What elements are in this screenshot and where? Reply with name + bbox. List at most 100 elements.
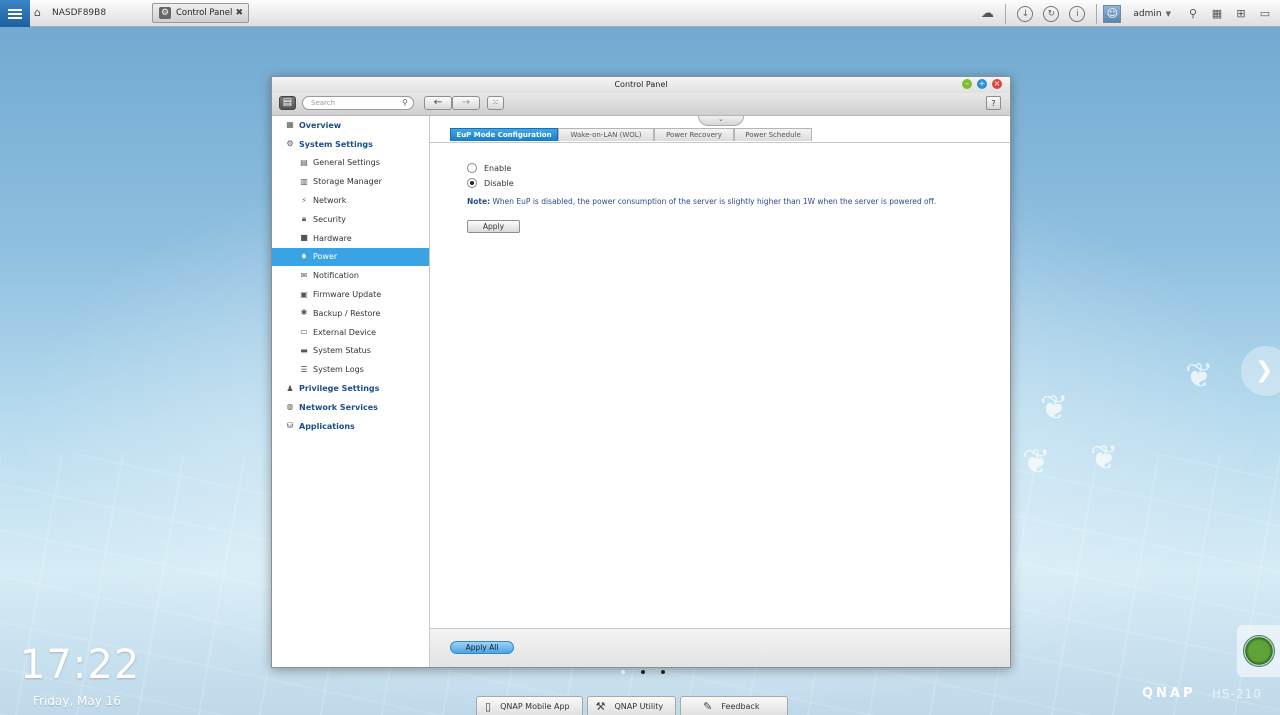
help-button[interactable]: ?	[986, 96, 1001, 110]
cloud-icon[interactable]: ☁	[978, 5, 996, 23]
taskbar-right: ☁ ↓ ↻ i ☺ admin ▼ ⚲ ▦ ⊞ ▭	[975, 0, 1280, 27]
chevron-right-icon: ❯	[1255, 358, 1274, 383]
forward-button[interactable]: →	[452, 96, 480, 110]
download-icon[interactable]: ↓	[1017, 5, 1034, 22]
sidebar-item-hardware[interactable]: ■ Hardware	[272, 229, 429, 248]
edit-icon: ✎	[703, 699, 713, 713]
sidebar-item-notification[interactable]: ✉ Notification	[272, 266, 429, 285]
sidebar-item-label: Hardware	[313, 233, 352, 243]
overview-icon: ▦	[286, 120, 294, 130]
sidebar-item-applications[interactable]: ⛁ Applications	[272, 417, 429, 436]
back-button[interactable]: ←	[424, 96, 452, 110]
radio-enable[interactable]	[467, 163, 477, 173]
app-icon[interactable]: ⊞	[1232, 5, 1250, 23]
grid-icon[interactable]: ▦	[1208, 5, 1226, 23]
sidebar-item-label: General Settings	[313, 158, 380, 168]
network-icon: ⚡	[301, 195, 307, 205]
sidebar-item-label: Backup / Restore	[313, 308, 381, 318]
control-panel-window: Control Panel – + × ▤ Search ⚲ ← → ⁙ ? ▦…	[271, 76, 1011, 668]
all-apps-button[interactable]: ⁙	[487, 96, 504, 110]
sidebar-item-security[interactable]: 🔒︎ Security	[272, 210, 429, 229]
tab-power-recovery[interactable]: Power Recovery	[654, 128, 734, 141]
next-desktop-button[interactable]: ❯	[1241, 346, 1280, 396]
apply-all-button[interactable]: Apply All	[450, 641, 514, 654]
chevron-down-icon: ⌄	[718, 115, 724, 123]
taskbar: ⌂ NASDF89B8 ⚙ Control Panel ✖ ☁ ↓ ↻ i ☺ …	[0, 0, 1280, 27]
tab-bar: EuP Mode Configuration Wake-on-LAN (WOL)…	[430, 128, 1010, 143]
sidebar-item-firmware-update[interactable]: ▣ Firmware Update	[272, 285, 429, 304]
sidebar-item-label: System Logs	[313, 365, 364, 375]
dock-item-label: QNAP Mobile App	[500, 701, 570, 711]
settings-icon: ▤	[300, 157, 308, 167]
main-menu-button[interactable]	[0, 0, 30, 27]
minimize-icon[interactable]: –	[962, 79, 972, 89]
home-tab[interactable]: ⌂ NASDF89B8	[34, 3, 144, 23]
storage-icon: ▥	[300, 176, 308, 186]
radio-disable[interactable]	[467, 178, 477, 188]
log-icon: ☰	[300, 364, 308, 374]
tab-power-schedule[interactable]: Power Schedule	[734, 128, 812, 141]
user-name[interactable]: admin	[1133, 9, 1161, 19]
sidebar-item-network[interactable]: ⚡ Network	[272, 191, 429, 210]
dock-item-qnap-utility[interactable]: ⚒ QNAP Utility	[586, 696, 677, 715]
sidebar-item-general-settings[interactable]: ▤ General Settings	[272, 154, 429, 173]
window-toolbar: ▤ Search ⚲ ← → ⁙ ?	[272, 93, 1010, 116]
refresh-icon[interactable]: ↻	[1043, 5, 1060, 22]
firmware-icon: ▣	[300, 289, 308, 299]
close-icon[interactable]: ✖	[235, 8, 243, 18]
maximize-icon[interactable]: +	[977, 79, 987, 89]
dock-item-label: Feedback	[721, 701, 760, 711]
collapse-toggle[interactable]: ⌄	[698, 116, 744, 126]
dock: ▯ QNAP Mobile App ⚒ QNAP Utility ✎ Feedb…	[476, 696, 792, 715]
applications-icon: ⛁	[286, 421, 294, 431]
search-input[interactable]: Search ⚲	[302, 96, 414, 110]
info-icon[interactable]: i	[1069, 5, 1086, 22]
option-enable[interactable]: Enable	[467, 163, 511, 173]
sidebar-item-system-settings[interactable]: ⚙ System Settings	[272, 135, 429, 154]
home-view-button[interactable]: ▤	[279, 96, 296, 110]
chevron-down-icon[interactable]: ▼	[1166, 10, 1171, 18]
sidebar-item-backup-restore[interactable]: ✱ Backup / Restore	[272, 304, 429, 323]
tab-eup-mode[interactable]: EuP Mode Configuration	[450, 128, 558, 141]
desktop-date: Friday, May 16	[33, 694, 121, 708]
bulb-icon: ♦	[300, 251, 308, 261]
dock-item-qnap-mobile-app[interactable]: ▯ QNAP Mobile App	[476, 696, 583, 715]
page-dot[interactable]	[621, 670, 625, 674]
divider	[1096, 3, 1098, 24]
main-content: ⌄ EuP Mode Configuration Wake-on-LAN (WO…	[430, 116, 1010, 629]
sidebar-item-system-logs[interactable]: ☰ System Logs	[272, 360, 429, 379]
window-controls: – + ×	[957, 79, 1002, 89]
search-icon[interactable]: ⚲	[1184, 5, 1202, 23]
note-text: When EuP is disabled, the power consumpt…	[492, 197, 937, 206]
avatar[interactable]: ☺	[1103, 4, 1122, 23]
resource-monitor-widget[interactable]	[1237, 625, 1280, 677]
sidebar-item-storage-manager[interactable]: ▥ Storage Manager	[272, 172, 429, 191]
apply-button[interactable]: Apply	[467, 220, 520, 233]
sidebar-item-label: System Settings	[299, 139, 373, 149]
control-panel-icon: ⚙	[159, 7, 171, 19]
sidebar-item-privilege-settings[interactable]: ♟ Privilege Settings	[272, 379, 429, 398]
sidebar-item-network-services[interactable]: ◍ Network Services	[272, 398, 429, 417]
dock-item-feedback[interactable]: ✎ Feedback	[680, 696, 789, 715]
device-icon: ▭	[300, 327, 308, 337]
monitor-icon: ▬	[300, 345, 308, 355]
sidebar-item-external-device[interactable]: ▭ External Device	[272, 323, 429, 342]
search-icon: ⚲	[402, 98, 408, 107]
page-dot[interactable]	[641, 670, 645, 674]
user-icon: ♟	[286, 383, 294, 393]
option-disable[interactable]: Disable	[467, 178, 514, 188]
close-icon[interactable]: ×	[992, 79, 1002, 89]
sidebar-item-system-status[interactable]: ▬ System Status	[272, 342, 429, 361]
desktop-page-indicator	[613, 670, 673, 674]
window-titlebar[interactable]: Control Panel – + ×	[272, 77, 1010, 93]
page-dot[interactable]	[661, 670, 665, 674]
sidebar-item-label: Notification	[313, 271, 359, 281]
control-panel-tab[interactable]: ⚙ Control Panel ✖	[152, 3, 249, 23]
sidebar-item-power[interactable]: ♦ Power	[272, 247, 429, 267]
sidebar-item-overview[interactable]: ▦ Overview	[272, 116, 429, 135]
globe-icon: ◍	[286, 402, 294, 412]
tab-wake-on-lan[interactable]: Wake-on-LAN (WOL)	[558, 128, 654, 141]
monitor-icon[interactable]: ▭	[1256, 5, 1274, 23]
window-title: Control Panel	[614, 80, 668, 89]
sidebar-item-label: Privilege Settings	[299, 384, 380, 394]
